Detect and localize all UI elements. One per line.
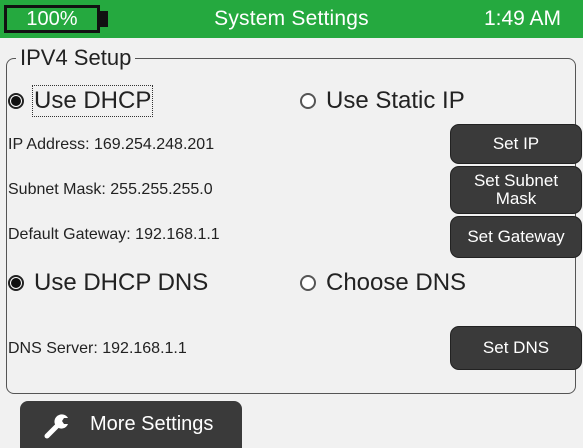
radio-label-use-static-ip: Use Static IP [326, 87, 465, 114]
status-bar: 100% System Settings 1:49 AM [0, 0, 583, 38]
ip-address-value: IP Address: 169.254.248.201 [8, 136, 215, 153]
radio-unselected-indicator [300, 93, 316, 109]
radio-label-use-dhcp: Use DHCP [31, 85, 154, 117]
wrench-icon [38, 407, 78, 443]
more-settings-button[interactable]: More Settings [20, 401, 242, 448]
radio-choose-dns[interactable]: Choose DNS [300, 266, 466, 300]
dns-server-value: DNS Server: 192.168.1.1 [8, 340, 187, 357]
radio-unselected-indicator [300, 275, 316, 291]
set-gateway-button[interactable]: Set Gateway [450, 216, 582, 258]
radio-use-static-ip[interactable]: Use Static IP [300, 84, 465, 118]
clock: 1:49 AM [483, 7, 561, 30]
default-gateway-value: Default Gateway: 192.168.1.1 [8, 226, 220, 243]
set-dns-button[interactable]: Set DNS [450, 326, 582, 370]
radio-use-dhcp-dns[interactable]: Use DHCP DNS [8, 266, 208, 300]
more-settings-label: More Settings [90, 413, 214, 435]
radio-selected-indicator [8, 93, 24, 109]
set-subnet-mask-button[interactable]: Set Subnet Mask [450, 166, 582, 214]
set-ip-button[interactable]: Set IP [450, 124, 582, 164]
radio-label-use-dhcp-dns: Use DHCP DNS [34, 269, 209, 296]
radio-selected-indicator [8, 275, 24, 291]
radio-label-choose-dns: Choose DNS [326, 269, 467, 296]
radio-use-dhcp[interactable]: Use DHCP [8, 84, 154, 118]
ipv4-setup-legend: IPV4 Setup [16, 44, 136, 72]
subnet-mask-value: Subnet Mask: 255.255.255.0 [8, 181, 213, 198]
